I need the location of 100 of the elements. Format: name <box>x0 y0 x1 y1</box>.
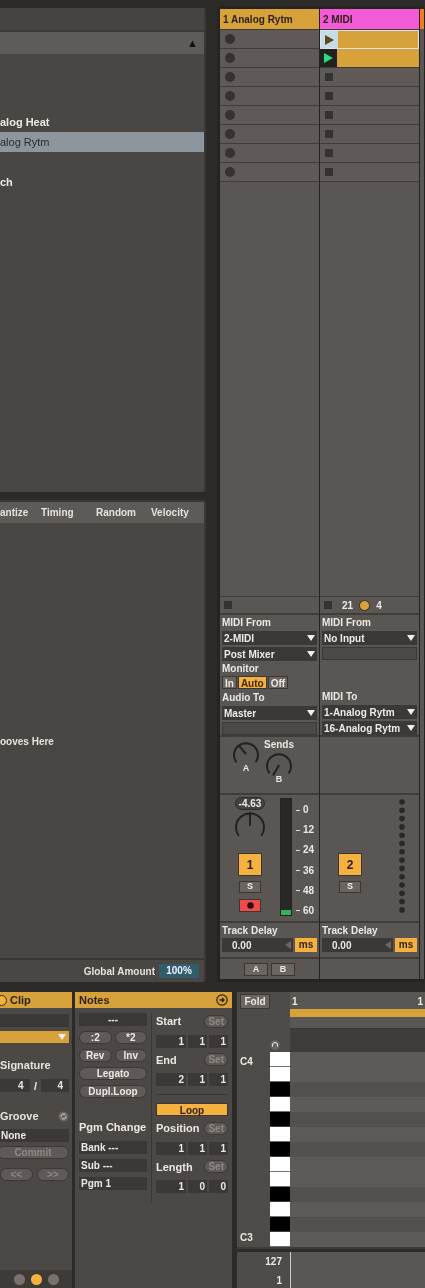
position-field[interactable]: 0 <box>209 1180 228 1193</box>
clip-slot[interactable] <box>220 163 319 182</box>
position-field[interactable]: 1 <box>156 1034 186 1048</box>
channel-field[interactable] <box>322 647 417 660</box>
global-amount-field[interactable]: 100% <box>159 964 199 978</box>
delay-field[interactable]: 0.00 <box>322 938 393 952</box>
note-edit-button[interactable]: Legato <box>79 1067 148 1080</box>
headphones-icon[interactable] <box>270 1040 280 1050</box>
meter-scale-label: 0 <box>303 805 309 815</box>
record-arm-button[interactable] <box>239 899 261 912</box>
stop-icon[interactable] <box>325 73 333 81</box>
clip-slot[interactable] <box>220 125 319 144</box>
clip-color-dropdown[interactable] <box>0 1031 69 1043</box>
transpose-field[interactable]: --- <box>79 1013 148 1026</box>
note-edit-button[interactable]: Dupl.Loop <box>79 1085 148 1098</box>
note-edit-button[interactable]: Rev <box>79 1049 112 1062</box>
position-field[interactable]: 1 <box>156 1180 186 1193</box>
piano-keys-drawing[interactable] <box>270 1052 290 1247</box>
numerator-field[interactable]: 4 <box>0 1079 30 1093</box>
program-field[interactable]: Bank --- <box>79 1140 148 1154</box>
browser-item[interactable]: alog Rytm <box>0 132 204 152</box>
time-ruler[interactable]: 1 1 <box>290 992 425 1009</box>
program-field[interactable]: Sub --- <box>79 1158 148 1172</box>
track-activator-button[interactable]: 2 <box>338 853 362 876</box>
clip-region-bar[interactable] <box>290 1009 425 1017</box>
panel-title: Clip <box>10 992 31 1008</box>
column-header[interactable]: Random <box>96 505 151 520</box>
clip-slot[interactable] <box>220 68 319 87</box>
clip-slot[interactable] <box>220 49 319 68</box>
fold-button[interactable]: Fold <box>240 994 270 1009</box>
solo-button[interactable]: S <box>339 881 361 893</box>
dropdown[interactable]: No Input <box>322 631 417 645</box>
position-field[interactable]: 1 <box>209 1141 228 1155</box>
denominator-field[interactable]: 4 <box>41 1079 69 1093</box>
browser-item[interactable]: alog Heat <box>0 112 204 132</box>
dropdown[interactable]: Post Mixer <box>222 647 317 661</box>
stop-icon[interactable] <box>325 168 333 176</box>
note-edit-button[interactable]: Inv <box>114 1049 148 1062</box>
column-header[interactable]: antize <box>0 505 41 520</box>
program-field[interactable]: Pgm 1 <box>79 1176 148 1190</box>
refresh-icon[interactable] <box>58 1110 69 1122</box>
position-field[interactable]: 1 <box>188 1034 207 1048</box>
monitor-button[interactable]: Off <box>267 676 289 689</box>
note-edit-button[interactable]: *2 <box>114 1031 148 1044</box>
clip-slot[interactable] <box>220 87 319 106</box>
stop-icon[interactable] <box>325 92 333 100</box>
position-field[interactable]: 1 <box>209 1073 228 1086</box>
stop-icon[interactable] <box>325 111 333 119</box>
position-field[interactable]: 2 <box>156 1073 186 1086</box>
position-field[interactable]: 1 <box>188 1141 207 1155</box>
view-toggle-icon[interactable] <box>47 1273 59 1285</box>
delay-field[interactable]: 0.00 <box>222 938 293 952</box>
dropdown[interactable]: Master <box>222 706 317 720</box>
stop-icon[interactable] <box>224 601 232 609</box>
clip-slot[interactable] <box>220 144 319 163</box>
clip-slot[interactable] <box>320 125 419 144</box>
clip-slot[interactable] <box>320 106 419 125</box>
clip-slot[interactable] <box>320 87 419 106</box>
stop-icon[interactable] <box>325 149 333 157</box>
clip-slot[interactable] <box>320 163 419 182</box>
position-field[interactable]: 1 <box>188 1073 207 1086</box>
arrow-right-icon[interactable] <box>216 994 228 1006</box>
channel-field[interactable] <box>222 722 317 735</box>
loop-button[interactable]: Loop <box>156 1103 228 1116</box>
stop-icon[interactable] <box>324 601 332 609</box>
solo-button[interactable]: S <box>239 881 261 893</box>
loop-bar[interactable] <box>290 1017 425 1029</box>
dropdown[interactable]: 2-MIDI <box>222 631 317 645</box>
unit-button[interactable]: ms <box>295 938 317 952</box>
clip-slot[interactable] <box>320 144 419 163</box>
note-edit-button[interactable]: :2 <box>79 1031 112 1044</box>
stop-icon[interactable] <box>325 130 333 138</box>
clip-slot[interactable] <box>320 68 419 87</box>
column-header[interactable]: Timing <box>41 505 96 520</box>
monitor-button[interactable]: In <box>222 676 237 689</box>
position-field[interactable]: 1 <box>209 1034 228 1048</box>
clip-slot[interactable] <box>220 106 319 125</box>
monitor-button[interactable]: Auto <box>237 676 267 689</box>
track-header[interactable]: 1 Analog Rytm <box>220 9 319 29</box>
column-header[interactable]: Velocity <box>151 505 204 520</box>
unit-button[interactable]: ms <box>395 938 417 952</box>
clip-slot[interactable] <box>220 30 319 49</box>
track-header[interactable]: 2 MIDI <box>320 9 419 29</box>
clip[interactable] <box>320 49 419 68</box>
dropdown[interactable]: 16-Analog Rytm <box>322 721 417 735</box>
view-toggle-icon[interactable] <box>30 1273 42 1285</box>
track-activator-button[interactable]: 1 <box>238 853 262 876</box>
crossfade-button[interactable]: A <box>244 962 268 976</box>
send-label: A <box>242 762 250 775</box>
browser-item[interactable]: ch <box>0 172 204 192</box>
play-icon[interactable] <box>324 53 333 63</box>
groove-field[interactable]: None <box>0 1128 69 1142</box>
position-field[interactable]: 0 <box>188 1180 207 1193</box>
position-field[interactable]: 1 <box>156 1141 186 1155</box>
dropdown[interactable]: 1-Analog Rytm <box>322 705 417 719</box>
crossfade-button[interactable]: B <box>271 962 295 976</box>
play-icon[interactable] <box>325 34 334 45</box>
knob-icon[interactable] <box>359 599 371 611</box>
view-toggle-icon[interactable] <box>13 1273 25 1285</box>
volume-field[interactable]: -4.63 <box>234 797 266 810</box>
